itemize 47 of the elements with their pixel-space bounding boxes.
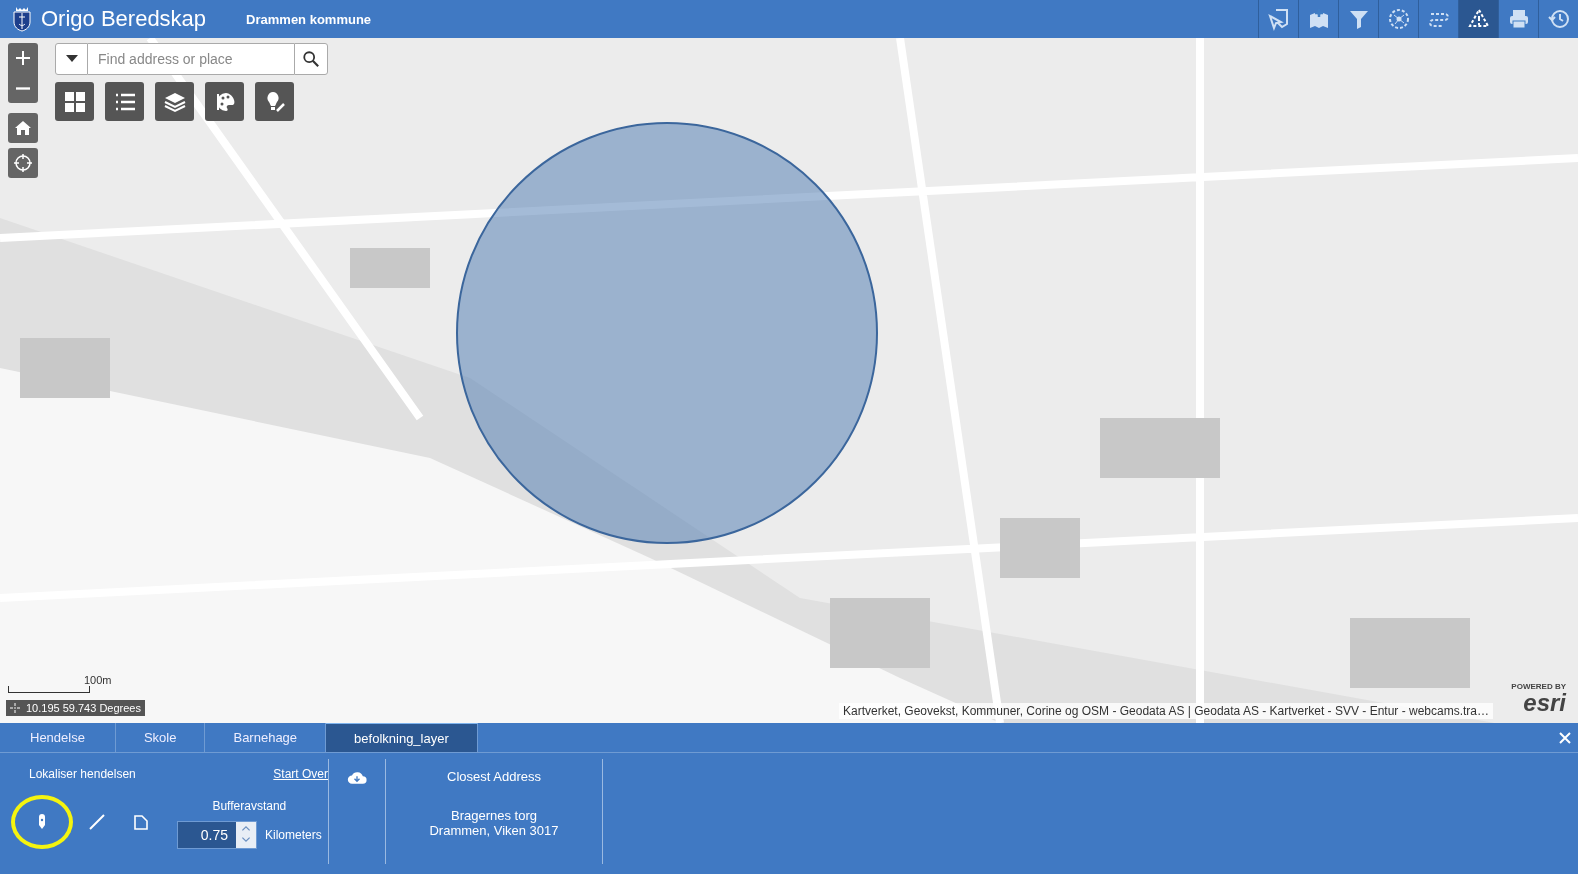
crosshair-icon — [10, 703, 20, 713]
buffer-distance-field[interactable]: 0.75 — [177, 821, 257, 849]
unit-label: Kilometers — [265, 828, 322, 842]
spinner-control[interactable] — [236, 822, 256, 848]
dropdown-button[interactable] — [55, 43, 88, 75]
start-over-link[interactable]: Start Over — [273, 767, 328, 781]
search-button[interactable] — [294, 43, 328, 75]
line-icon — [87, 812, 107, 832]
plus-icon — [13, 48, 33, 68]
esri-logo: esri — [1523, 691, 1566, 715]
grid-icon — [62, 89, 87, 114]
powered-by-label: POWERED BY — [1511, 682, 1566, 691]
scale-label: 100m — [84, 674, 112, 686]
incident-tool-button[interactable] — [1458, 0, 1498, 38]
point-draw-button[interactable] — [11, 795, 73, 849]
app-title: Origo Beredskap — [41, 6, 207, 32]
panel-tab[interactable]: Hendelse — [0, 723, 116, 752]
map-attribution: Kartverket, Geovekst, Kommuner, Corine og OSM - Geodata AS | Geodata AS - Kartverket - SVV - Entur - webcams.tra… — [838, 703, 1493, 719]
address-heading: Closest Address — [447, 769, 541, 784]
palette-widget-button[interactable] — [205, 82, 244, 121]
polygon-icon — [131, 812, 151, 832]
locate-label: Lokaliser hendelsen — [29, 767, 136, 781]
organization-name: Drammen kommune — [246, 11, 372, 27]
minus-icon — [16, 85, 30, 91]
list-widget-button[interactable] — [105, 82, 144, 121]
network-icon — [1386, 7, 1411, 31]
home-button[interactable] — [8, 113, 38, 143]
address-line: Bragernes torg — [451, 808, 537, 823]
buffer-label: Bufferavstand — [212, 799, 287, 813]
bulb-widget-button[interactable] — [255, 82, 294, 121]
layers-widget-button[interactable] — [155, 82, 194, 121]
grid-widget-button[interactable] — [55, 82, 94, 121]
caret-icon — [65, 55, 78, 63]
cloud-download-icon — [347, 771, 367, 785]
crosshair-icon — [13, 153, 33, 173]
crest-icon — [12, 5, 32, 33]
search-field[interactable]: Find address or place — [88, 43, 294, 75]
search-icon — [302, 50, 320, 68]
panel-tab[interactable]: Skole — [115, 723, 206, 752]
coordinate-text: 10.195 59.743 Degrees — [26, 702, 141, 714]
close-icon — [1559, 731, 1571, 744]
home-icon — [13, 118, 33, 138]
history-icon — [1546, 7, 1571, 31]
locate-button[interactable] — [8, 148, 38, 178]
address-line: Drammen, Viken 3017 — [429, 823, 559, 838]
select-icon — [1266, 7, 1291, 31]
panel-tab[interactable]: befolkning_layer — [326, 723, 478, 752]
